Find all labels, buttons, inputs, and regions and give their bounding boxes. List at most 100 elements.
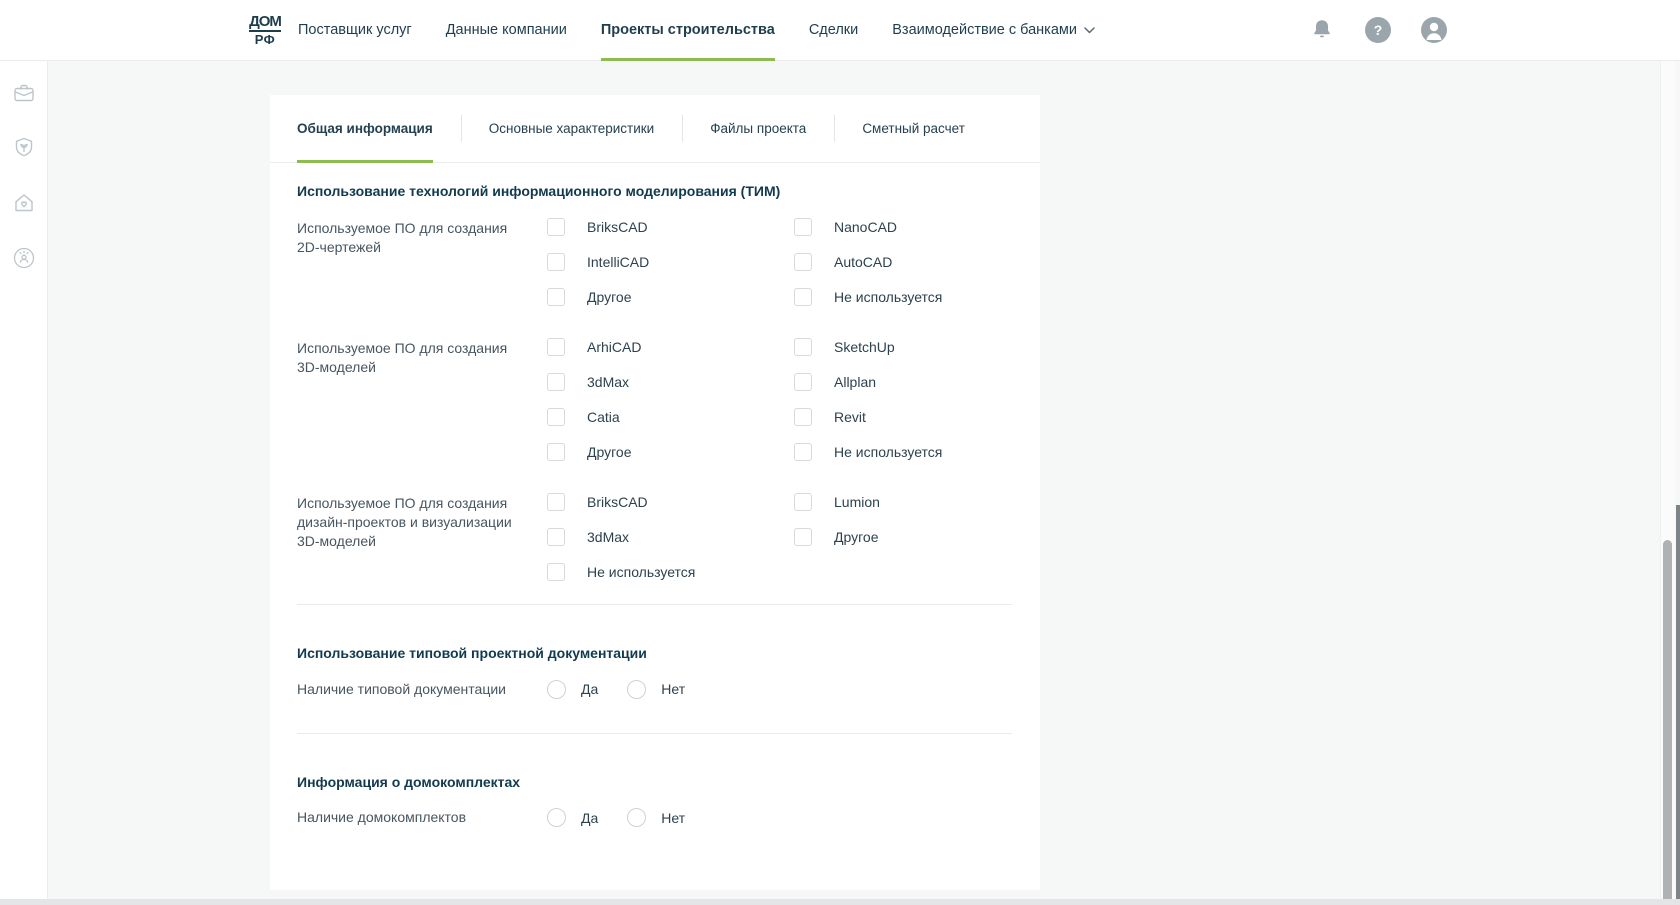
logo-text-rf: РФ [255, 33, 276, 46]
radio-group-house-kits: Да Нет [547, 808, 685, 827]
checkbox[interactable] [547, 493, 565, 511]
active-tab-underline [297, 160, 433, 163]
checkbox[interactable] [794, 253, 812, 271]
field-design-software: Используемое ПО для создания дизайн-прое… [297, 493, 1012, 581]
help-icon[interactable]: ? [1364, 16, 1392, 44]
radio-option-yes[interactable]: Да [547, 808, 598, 827]
checkbox-option-3dmax[interactable]: 3dMax [547, 528, 794, 546]
window-bottom-edge [0, 899, 1680, 905]
tab-main-characteristics[interactable]: Основные характеристики [461, 95, 683, 162]
checkbox-option-allplan[interactable]: Allplan [794, 373, 1041, 391]
section-divider [297, 733, 1012, 734]
nav-item-deals[interactable]: Сделки [809, 0, 858, 60]
checkbox-option-not-used[interactable]: Не используется [794, 288, 1041, 306]
nav-item-bank-interaction[interactable]: Взаимодействие с банками [892, 0, 1095, 60]
checkbox-option-intellicad[interactable]: IntelliCAD [547, 253, 794, 271]
checkbox[interactable] [547, 218, 565, 236]
checkbox-option-brikscad[interactable]: BriksCAD [547, 493, 794, 511]
nav-item-label: Взаимодействие с банками [892, 22, 1077, 38]
checkbox[interactable] [794, 218, 812, 236]
community-icon[interactable] [11, 245, 37, 271]
tab-estimate-calculation[interactable]: Сметный расчет [834, 95, 993, 162]
field-2d-software: Используемое ПО для создания 2D-чертежей… [297, 218, 1012, 306]
tab-label: Сметный расчет [862, 121, 965, 136]
field-label: Наличие типовой документации [297, 680, 547, 699]
checkbox[interactable] [547, 408, 565, 426]
chevron-down-icon [1084, 27, 1095, 34]
checkbox-option-autocad[interactable]: AutoCAD [794, 253, 1041, 271]
window-edge-scrollbar[interactable] [1676, 505, 1680, 905]
checkbox-option-other[interactable]: Другое [547, 288, 794, 306]
checkbox-group-3d: ArhiCAD 3dMax Catia Другое [547, 338, 1041, 461]
checkbox[interactable] [547, 528, 565, 546]
field-label: Используемое ПО для создания 3D-моделей [297, 338, 547, 461]
radio-group-typical-docs: Да Нет [547, 680, 685, 699]
nav-item-label: Поставщик услуг [298, 22, 412, 38]
section-heading-bim: Использование технологий информационного… [297, 183, 1012, 200]
nav-item-company-data[interactable]: Данные компании [446, 0, 567, 60]
nav-item-service-provider[interactable]: Поставщик услуг [298, 0, 412, 60]
house-heart-icon[interactable] [11, 190, 37, 216]
checkbox-option-lumion[interactable]: Lumion [794, 493, 1041, 511]
field-label: Используемое ПО для создания дизайн-прое… [297, 493, 547, 581]
checkbox[interactable] [794, 528, 812, 546]
field-typical-docs: Наличие типовой документации Да Нет [297, 680, 1012, 699]
main-nav: Поставщик услуг Данные компании Проекты … [298, 0, 1095, 60]
checkbox[interactable] [547, 373, 565, 391]
checkbox[interactable] [794, 408, 812, 426]
briefcase-icon[interactable] [11, 80, 37, 106]
radio-option-no[interactable]: Нет [627, 680, 685, 699]
left-sidebar [0, 61, 48, 905]
radio-option-yes[interactable]: Да [547, 680, 598, 699]
radio-button[interactable] [547, 808, 566, 827]
checkbox-option-other[interactable]: Другое [794, 528, 1041, 546]
radio-button[interactable] [627, 808, 646, 827]
checkbox[interactable] [794, 338, 812, 356]
section-heading-typical-docs: Использование типовой проектной документ… [297, 645, 1012, 662]
shield-icon[interactable] [11, 135, 37, 161]
checkbox[interactable] [547, 563, 565, 581]
radio-option-no[interactable]: Нет [627, 808, 685, 827]
checkbox-group-design: BriksCAD 3dMax Не используется Lumion [547, 493, 1041, 581]
panel-tabs: Общая информация Основные характеристики… [270, 95, 1040, 163]
checkbox[interactable] [547, 288, 565, 306]
scrollbar-thumb[interactable] [1663, 540, 1672, 905]
checkbox[interactable] [547, 253, 565, 271]
checkbox[interactable] [547, 338, 565, 356]
tab-project-files[interactable]: Файлы проекта [682, 95, 834, 162]
section-heading-house-kits: Информация о домокомплектах [297, 774, 1012, 791]
checkbox-option-brikscad[interactable]: BriksCAD [547, 218, 794, 236]
header-actions: ? [1308, 0, 1448, 60]
checkbox-option-nanocad[interactable]: NanoCAD [794, 218, 1041, 236]
radio-button[interactable] [547, 680, 566, 699]
checkbox-option-3dmax[interactable]: 3dMax [547, 373, 794, 391]
checkbox-option-arhicad[interactable]: ArhiCAD [547, 338, 794, 356]
domrf-logo[interactable]: ДОМ РФ [246, 14, 284, 46]
checkbox[interactable] [794, 373, 812, 391]
section-divider [297, 604, 1012, 605]
nav-item-label: Сделки [809, 22, 858, 38]
project-form-panel: Общая информация Основные характеристики… [270, 95, 1040, 890]
checkbox-option-revit[interactable]: Revit [794, 408, 1041, 426]
form-body: Использование технологий информационного… [270, 163, 1040, 827]
radio-button[interactable] [627, 680, 646, 699]
nav-item-construction-projects[interactable]: Проекты строительства [601, 0, 775, 60]
field-house-kits: Наличие домокомплектов Да Нет [297, 808, 1012, 827]
field-label: Наличие домокомплектов [297, 808, 547, 827]
user-avatar-icon[interactable] [1420, 16, 1448, 44]
nav-item-label: Данные компании [446, 22, 567, 38]
checkbox[interactable] [794, 493, 812, 511]
checkbox[interactable] [794, 443, 812, 461]
checkbox[interactable] [547, 443, 565, 461]
checkbox-option-not-used[interactable]: Не используется [794, 443, 1041, 461]
checkbox-option-other[interactable]: Другое [547, 443, 794, 461]
tab-general-info[interactable]: Общая информация [270, 95, 461, 162]
checkbox-option-sketchup[interactable]: SketchUp [794, 338, 1041, 356]
bell-icon[interactable] [1308, 16, 1336, 44]
top-navbar: ДОМ РФ Поставщик услуг Данные компании П… [0, 0, 1680, 61]
checkbox-option-catia[interactable]: Catia [547, 408, 794, 426]
checkbox-option-not-used[interactable]: Не используется [547, 563, 794, 581]
tab-label: Файлы проекта [710, 121, 806, 136]
nav-item-label: Проекты строительства [601, 22, 775, 38]
checkbox[interactable] [794, 288, 812, 306]
